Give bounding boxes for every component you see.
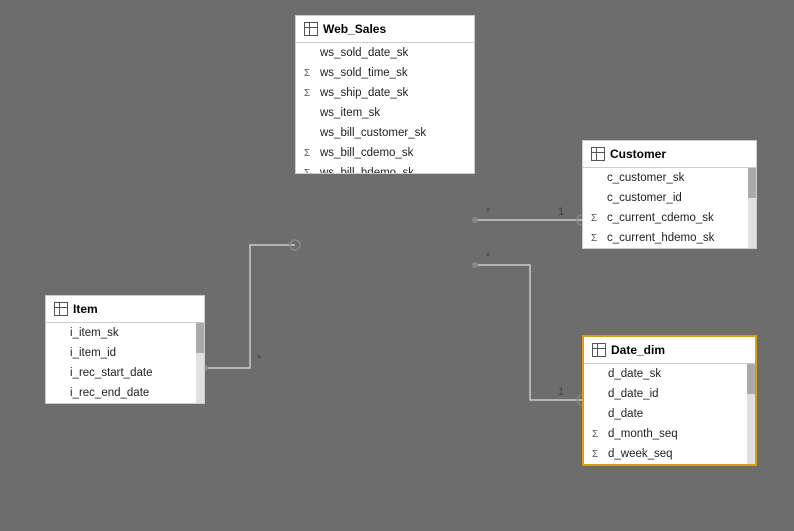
field-name: d_week_seq [608,448,673,460]
table-title-customer: Customer [610,147,666,161]
diagram-canvas: * 1 * 1 * 1 Web_Sales ws_sold_date_skΣws… [0,0,794,531]
field-prefix: Σ [304,88,316,99]
table-row: Σd_week_seq [584,444,747,464]
table-row: Σc_current_cdemo_sk [583,208,748,228]
table-header-web-sales: Web_Sales [296,16,474,43]
table-body-customer[interactable]: c_customer_sk c_customer_id Σc_current_cde… [583,168,756,248]
field-name: d_date_id [608,388,659,400]
table-row: d_date [584,404,747,424]
table-row: d_date_sk [584,364,747,384]
table-title-web-sales: Web_Sales [323,22,386,36]
table-row: Σd_month_seq [584,424,747,444]
table-row: i_rec_start_date [46,363,196,383]
field-name: ws_ship_date_sk [320,87,408,99]
field-prefix: Σ [591,213,603,224]
table-body-item[interactable]: i_item_sk i_item_id i_rec_start_date i_rec_… [46,323,204,403]
svg-text:*: * [486,251,491,263]
table-row: d_date_id [584,384,747,404]
table-item[interactable]: Item i_item_ski_item_idi_rec_start_datei… [45,295,205,404]
field-prefix: Σ [592,429,604,440]
table-row: ws_bill_customer_sk [296,123,474,143]
field-name: ws_item_sk [320,107,380,119]
table-row: ws_item_sk [296,103,474,123]
field-prefix: Σ [304,168,316,174]
svg-text:*: * [257,353,262,365]
field-prefix: Σ [591,233,603,244]
field-name: ws_sold_date_sk [320,47,408,59]
field-name: i_item_sk [70,327,119,339]
field-name: ws_sold_time_sk [320,67,408,79]
table-row: Σws_bill_cdemo_sk [296,143,474,163]
field-name: i_item_id [70,347,116,359]
table-header-item: Item [46,296,204,323]
table-date-dim[interactable]: Date_dim d_date_sk d_date_id d_date Σd_mont… [582,335,757,466]
field-name: c_customer_sk [607,172,684,184]
table-row: ws_sold_date_sk [296,43,474,63]
table-row: Σc_current_hdemo_sk [583,228,748,248]
table-row: Σws_bill_hdemo_sk [296,163,474,173]
table-icon-item [54,302,68,316]
table-row: Σws_sold_time_sk [296,63,474,83]
table-title-item: Item [73,302,98,316]
table-row: Σws_ship_date_sk [296,83,474,103]
field-prefix: Σ [304,68,316,79]
field-name: d_date_sk [608,368,661,380]
table-row: i_item_id [46,343,196,363]
field-name: d_date [608,408,643,420]
table-row: c_customer_id [583,188,748,208]
field-name: i_rec_end_date [70,387,149,399]
field-name: c_customer_id [607,192,682,204]
table-icon-web-sales [304,22,318,36]
table-row: i_item_sk [46,323,196,343]
table-icon-customer [591,147,605,161]
table-row: i_rec_end_date [46,383,196,403]
field-name: c_current_hdemo_sk [607,232,714,244]
table-title-date-dim: Date_dim [611,343,665,357]
table-customer[interactable]: Customer c_customer_sk c_customer_id Σc_cu… [582,140,757,249]
field-name: i_rec_start_date [70,367,152,379]
table-header-date-dim: Date_dim [584,337,755,364]
table-icon-date-dim [592,343,606,357]
table-body-web-sales[interactable]: ws_sold_date_skΣws_sold_time_skΣws_ship_… [296,43,474,173]
field-name: ws_bill_customer_sk [320,127,426,139]
svg-text:1: 1 [558,386,564,398]
field-name: c_current_cdemo_sk [607,212,714,224]
svg-text:1: 1 [558,206,564,218]
table-row: c_customer_sk [583,168,748,188]
table-web-sales[interactable]: Web_Sales ws_sold_date_sk Σws_sold_time_s… [295,15,475,174]
field-name: ws_bill_cdemo_sk [320,147,413,159]
field-prefix: Σ [592,449,604,460]
table-body-date-dim[interactable]: d_date_skd_date_idd_dateΣd_month_seqΣd_w… [584,364,755,464]
table-header-customer: Customer [583,141,756,168]
field-name: d_month_seq [608,428,678,440]
field-prefix: Σ [304,148,316,159]
field-name: ws_bill_hdemo_sk [320,167,414,173]
svg-text:*: * [486,206,491,218]
